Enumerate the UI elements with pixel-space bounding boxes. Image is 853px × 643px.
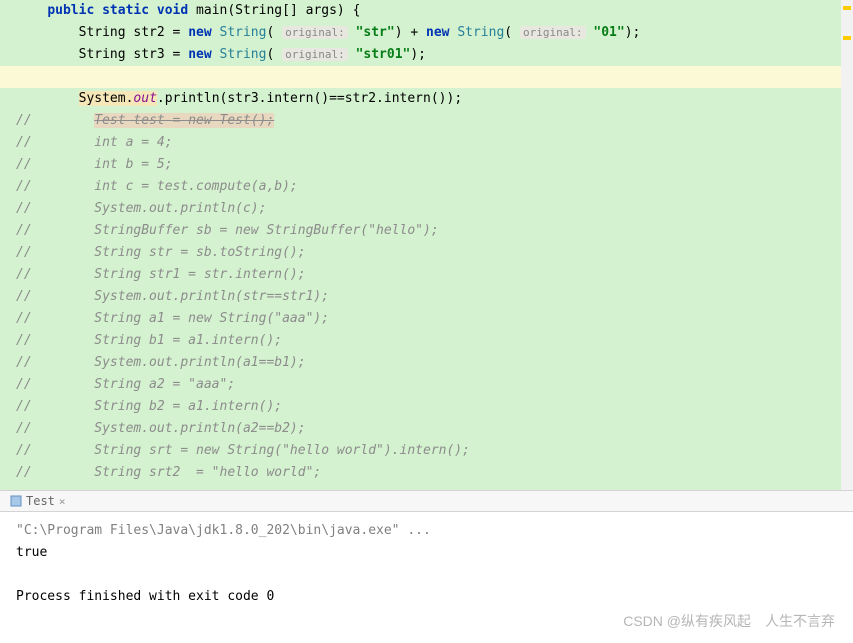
code-line: // String str = sb.toString();: [0, 242, 853, 264]
console-command-line: "C:\Program Files\Java\jdk1.8.0_202\bin\…: [16, 520, 837, 542]
code-line: String str2 = new String( original: "str…: [0, 22, 853, 44]
code-line: // String b2 = a1.intern();: [0, 396, 853, 418]
code-line: // System.out.println(c);: [0, 198, 853, 220]
code-line: // System.out.println(a2==b2);: [0, 418, 853, 440]
run-config-icon: [10, 495, 22, 507]
code-line: // Test test = new Test();: [0, 110, 853, 132]
code-line: // String a1 = new String("aaa");: [0, 308, 853, 330]
code-line: String str3 = new String( original: "str…: [0, 44, 853, 66]
warning-mark-icon[interactable]: [843, 36, 851, 40]
code-line: // String srt = new String("hello world"…: [0, 440, 853, 462]
code-line: // String a2 = "aaa";: [0, 374, 853, 396]
code-line: // int c = test.compute(a,b);: [0, 176, 853, 198]
console-stdout-line: true: [16, 542, 837, 564]
code-line: // String srt2 = "hello world";: [0, 462, 853, 484]
code-line: // String b1 = a1.intern();: [0, 330, 853, 352]
code-line: System.out.println(str3.intern()==str2.i…: [0, 88, 853, 110]
warning-mark-icon[interactable]: [843, 6, 851, 10]
watermark-text: CSDN @纵有疾风起 人生不言弃: [623, 611, 835, 631]
code-line: // System.out.println(str==str1);: [0, 286, 853, 308]
console-exit-line: Process finished with exit code 0: [16, 586, 837, 608]
code-line: // StringBuffer sb = new StringBuffer("h…: [0, 220, 853, 242]
code-line: // System.out.println(a1==b1);: [0, 352, 853, 374]
console-blank: [16, 564, 837, 586]
console-output[interactable]: "C:\Program Files\Java\jdk1.8.0_202\bin\…: [0, 512, 853, 616]
code-line: // int a = 4;: [0, 132, 853, 154]
scrollbar-stripe[interactable]: [841, 0, 853, 490]
code-line: // int b = 5;: [0, 154, 853, 176]
code-editor[interactable]: public static void main(String[] args) {…: [0, 0, 853, 490]
code-line-caret: [0, 66, 853, 88]
run-tab-bar: Test ×: [0, 490, 853, 512]
close-icon[interactable]: ×: [59, 495, 66, 508]
run-tab[interactable]: Test ×: [4, 491, 72, 511]
code-line: // String str1 = str.intern();: [0, 264, 853, 286]
run-tab-label: Test: [26, 494, 55, 508]
code-line: public static void main(String[] args) {: [0, 0, 853, 22]
